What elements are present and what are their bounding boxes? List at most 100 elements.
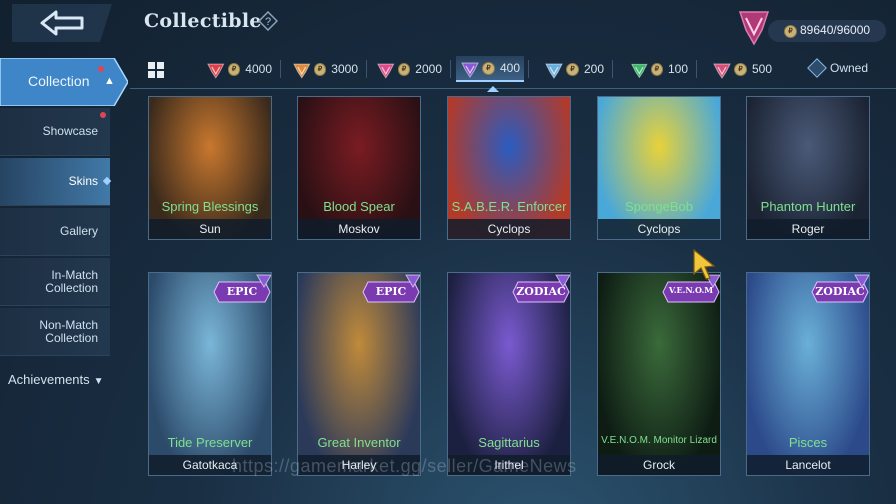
tier-value: 100 [667, 62, 688, 76]
tier-separator [280, 60, 281, 78]
coin-icon: ₽ [650, 62, 663, 76]
tier-gem-icon [555, 274, 570, 288]
tier-separator [366, 60, 367, 78]
skin-name: S.A.B.E.R. Enforcer [451, 199, 567, 214]
tier-gem-icon [545, 63, 563, 79]
tier-gem-icon [293, 63, 311, 79]
tier-filter-5[interactable]: ₽100 [626, 56, 692, 82]
tier-filter-0[interactable]: ₽4000 [202, 56, 276, 82]
hero-name: Moskov [338, 222, 380, 236]
skin-name: V.E.N.O.M. Monitor Lizard [601, 435, 717, 446]
skin-name: Pisces [788, 435, 828, 450]
tier-gem-icon [461, 62, 479, 78]
sidebar-achievements[interactable]: Achievements ▼ [8, 372, 104, 387]
skin-card[interactable]: Spring Blessings Sun [148, 96, 272, 240]
skin-card[interactable]: Great Inventor Harley EPIC [297, 272, 421, 476]
skin-artwork [448, 97, 570, 239]
skin-card[interactable]: SpongeBob Cyclops [597, 96, 721, 240]
notification-dot [100, 112, 106, 118]
tier-value: 4000 [245, 62, 272, 76]
hero-name: Lancelot [785, 458, 831, 472]
coin-icon: ₽ [784, 25, 797, 38]
cursor-icon [693, 248, 716, 280]
sidebar-collection[interactable]: Collection ▲ [0, 58, 128, 106]
tier-value: 3000 [331, 62, 358, 76]
tier-gem-icon [631, 63, 648, 79]
skin-card[interactable]: Phantom Hunter Roger [746, 96, 870, 240]
skin-card[interactable]: Pisces Lancelot ZODIAC [746, 272, 870, 476]
tier-gem-icon [256, 274, 271, 288]
sidebar-item-label: Skins [68, 174, 98, 188]
tier-gem-icon [207, 63, 225, 79]
notification-dot [98, 66, 104, 72]
sidebar-item-gallery[interactable]: Gallery [0, 208, 110, 256]
sidebar-collection-label: Collection [28, 73, 90, 89]
hero-name: Cyclops [637, 222, 681, 236]
tier-gem-icon [405, 274, 420, 288]
skin-artwork [149, 97, 271, 239]
skin-card[interactable]: Sagittarius Irithel ZODIAC [447, 272, 571, 476]
points-value: 89640/96000 [800, 23, 871, 37]
page-title: Collectible [144, 10, 262, 32]
skin-name: Great Inventor [317, 435, 401, 450]
sidebar-item-in-match-collection[interactable]: In-Match Collection [0, 258, 110, 306]
hero-name: Cyclops [487, 222, 531, 236]
tier-filter-1[interactable]: ₽3000 [288, 56, 362, 82]
owned-checkbox-icon[interactable] [807, 58, 827, 78]
skin-artwork [598, 97, 720, 239]
sidebar-item-non-match-collection[interactable]: Non-Match Collection [0, 308, 110, 356]
sidebar-item-label: Non-Match Collection [39, 317, 98, 345]
coin-icon: ₽ [481, 61, 495, 75]
hero-name: Grock [642, 458, 675, 472]
sidebar-item-label: Showcase [42, 124, 98, 138]
skin-name: Sagittarius [478, 435, 540, 450]
back-arrow-icon [12, 4, 112, 42]
skin-artwork [747, 97, 869, 239]
active-tier-indicator [487, 86, 499, 92]
tier-separator [612, 60, 613, 78]
tier-value: 500 [752, 62, 773, 76]
coin-icon: ₽ [313, 62, 327, 76]
skin-name: Blood Spear [323, 199, 395, 214]
hero-name: Roger [791, 222, 825, 236]
coin-icon: ₽ [227, 62, 241, 76]
tier-filter-6[interactable]: ₽500 [708, 56, 778, 82]
tier-separator [450, 60, 451, 78]
skin-name: Phantom Hunter [760, 199, 856, 214]
skin-name: SpongeBob [625, 199, 693, 214]
owned-label: Owned [830, 61, 869, 75]
coin-icon: ₽ [734, 62, 747, 76]
owned-filter[interactable]: Owned [807, 58, 869, 78]
skin-card[interactable]: Tide Preserver Gatotkaca EPIC [148, 272, 272, 476]
watermark: https://gamemarket.gg/seller/GameNews [232, 456, 577, 476]
tier-value: 400 [499, 61, 520, 75]
chevron-down-icon: ▼ [93, 376, 104, 387]
skin-card[interactable]: V.E.N.O.M. Monitor Lizard Grock V.E.N.O.M [597, 272, 721, 476]
sidebar-item-showcase[interactable]: Showcase [0, 108, 110, 156]
sidebar-item-label: In-Match Collection [45, 267, 98, 295]
skin-name: Tide Preserver [167, 435, 253, 450]
tier-separator [696, 60, 697, 78]
back-button[interactable] [12, 4, 122, 42]
tier-filter-2[interactable]: ₽2000 [372, 56, 446, 82]
svg-text:?: ? [265, 16, 271, 28]
tier-gem-icon [854, 274, 869, 288]
tier-filter-4[interactable]: ₽200 [540, 56, 608, 82]
grid-view-icon[interactable] [148, 62, 164, 78]
tier-separator [528, 60, 529, 78]
achievements-label: Achievements [8, 372, 90, 387]
tier-value: 2000 [415, 62, 442, 76]
skin-name: Spring Blessings [161, 199, 259, 214]
tier-gem-icon [713, 63, 731, 79]
skin-artwork [298, 97, 420, 239]
rank-emblem-icon [738, 11, 770, 46]
chevron-up-icon: ▲ [104, 75, 115, 87]
sidebar-item-skins[interactable]: Skins [0, 158, 110, 206]
hero-name: Sun [199, 222, 221, 236]
skin-card[interactable]: Blood Spear Moskov [297, 96, 421, 240]
help-icon[interactable]: ? [258, 11, 278, 31]
coin-icon: ₽ [397, 62, 411, 76]
skin-card[interactable]: S.A.B.E.R. Enforcer Cyclops [447, 96, 571, 240]
tier-gem-icon [377, 63, 395, 79]
tier-filter-3[interactable]: ₽400 [456, 56, 524, 82]
